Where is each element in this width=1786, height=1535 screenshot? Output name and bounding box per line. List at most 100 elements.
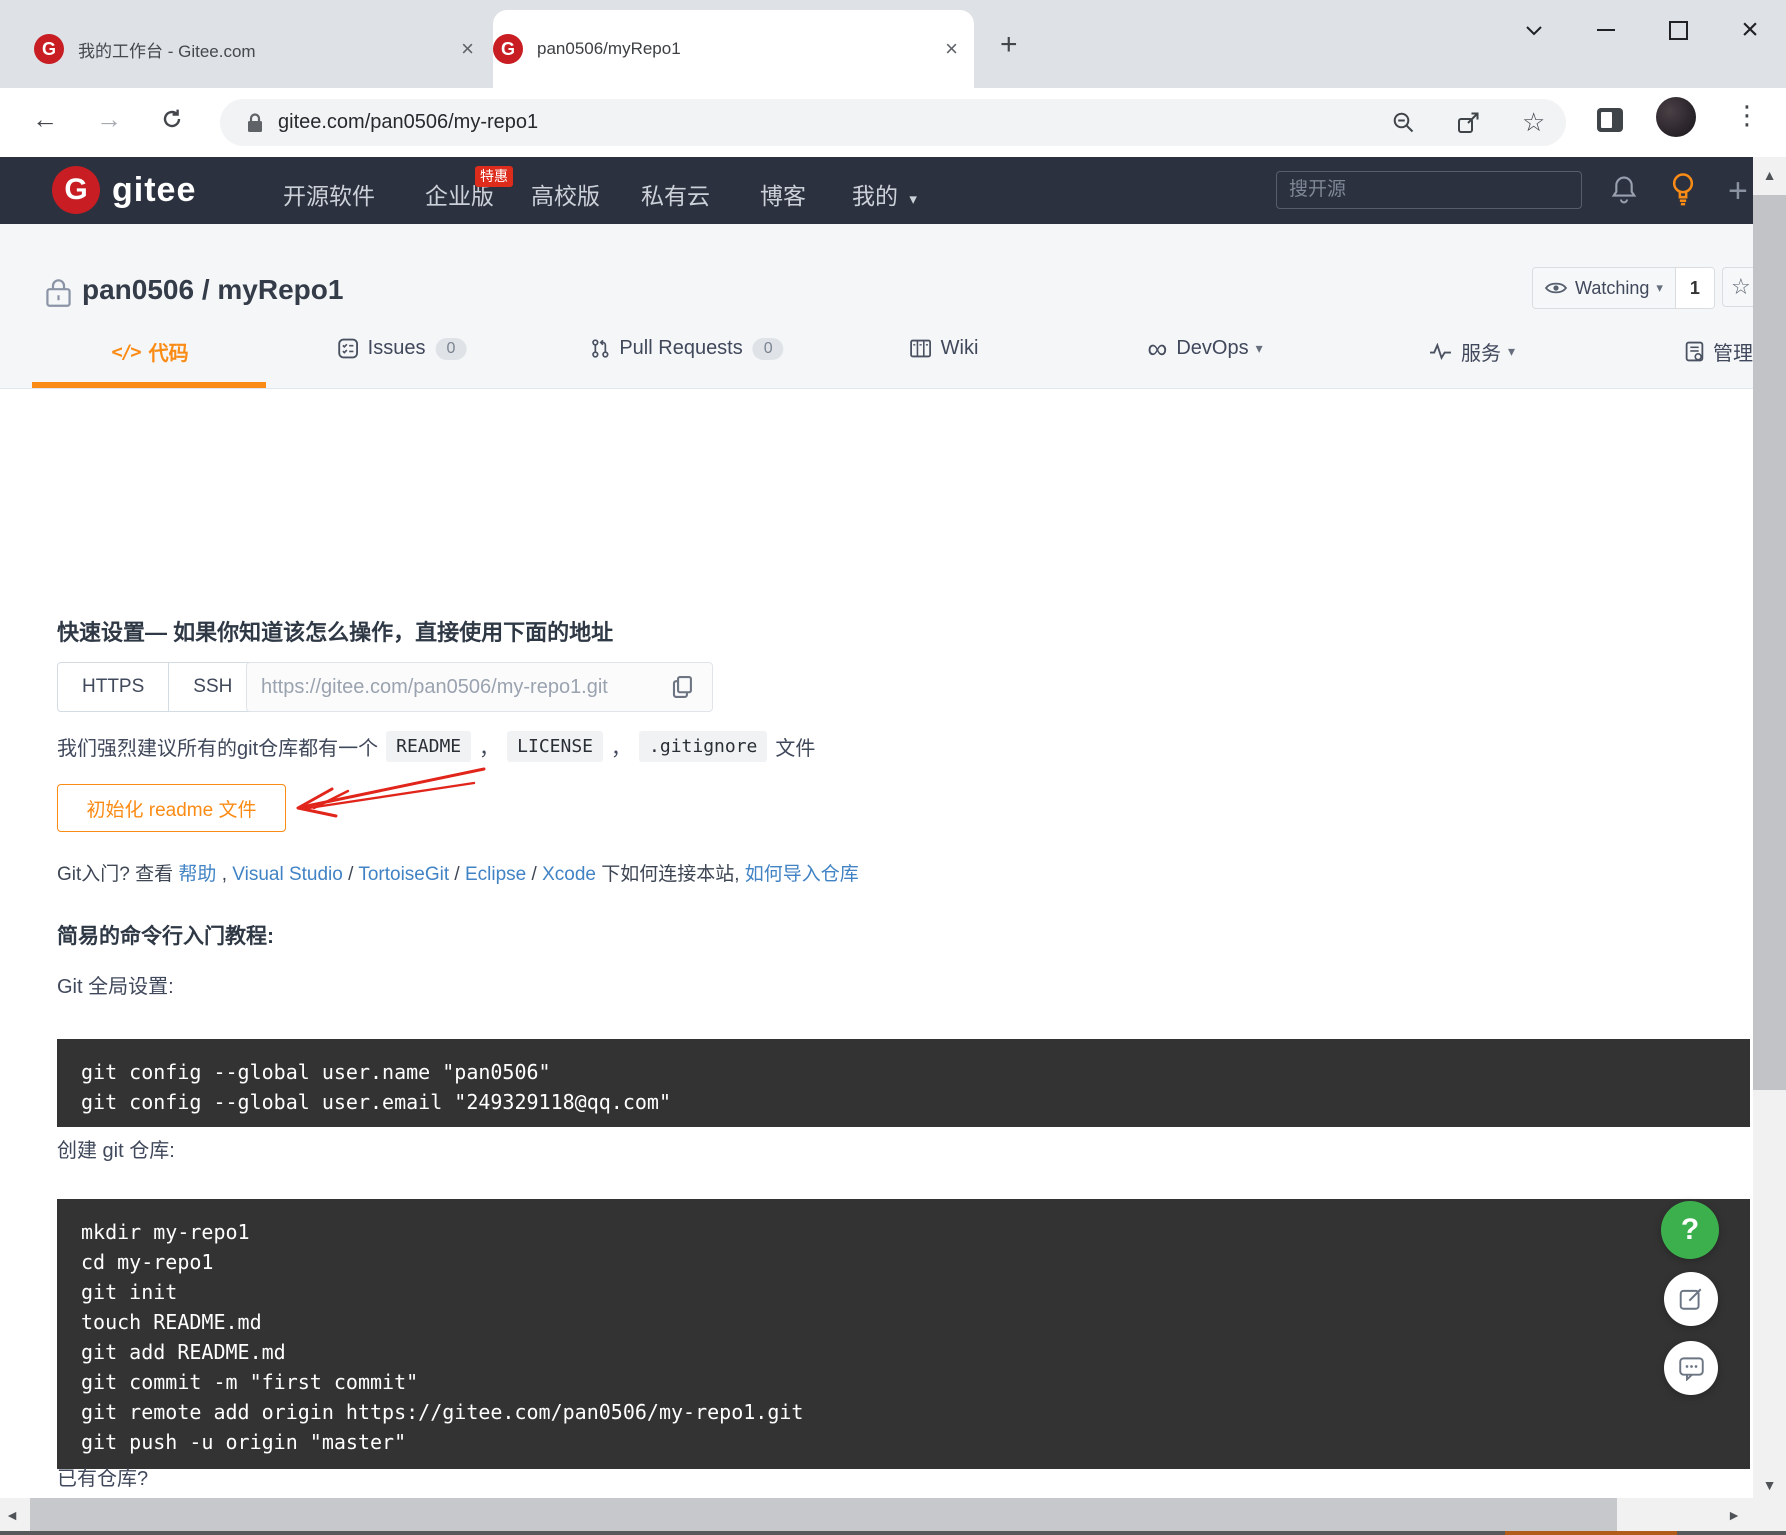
gitee-search-input[interactable] xyxy=(1276,171,1582,209)
tab-issues[interactable]: Issues 0 xyxy=(338,337,467,360)
chevron-down-icon: ▾ xyxy=(909,191,917,208)
chat-icon xyxy=(1678,1356,1705,1381)
quick-setup-heading: 快速设置— 如果你知道该怎么操作，直接使用下面的地址 xyxy=(57,615,613,647)
horizontal-scrollbar-thumb[interactable] xyxy=(30,1498,1617,1531)
url-text: gitee.com/pan0506/my-repo1 xyxy=(278,111,538,134)
tab-code[interactable]: </> 代码 xyxy=(111,337,188,366)
side-panel-icon[interactable] xyxy=(1596,107,1624,133)
scroll-right-arrow[interactable]: ► xyxy=(1722,1507,1746,1523)
init-readme-button[interactable]: 初始化 readme 文件 xyxy=(57,784,286,832)
tortoisegit-link[interactable]: TortoiseGit xyxy=(358,864,449,885)
tab-close-icon[interactable]: × xyxy=(461,38,474,60)
advice-prefix: 我们强烈建议所有的git仓库都有一个 xyxy=(57,732,378,761)
pulse-icon xyxy=(1429,343,1452,360)
active-tab-underline xyxy=(32,382,266,388)
create-plus-icon[interactable]: + xyxy=(1728,172,1748,211)
gitee-logo-mark: G xyxy=(52,166,100,214)
tab-wiki[interactable]: Wiki xyxy=(910,337,979,360)
import-repo-link[interactable]: 如何导入仓库 xyxy=(745,864,859,885)
gitee-favicon: G xyxy=(493,34,523,64)
repo-lock-icon xyxy=(45,277,72,308)
tutorial-heading: 简易的命令行入门教程: xyxy=(57,920,274,950)
profile-avatar[interactable] xyxy=(1656,97,1696,137)
tab-close-icon[interactable]: × xyxy=(945,38,958,60)
nav-item-mine-label: 我的 xyxy=(852,183,898,209)
zoom-out-icon[interactable] xyxy=(1392,111,1415,134)
nav-item-mine[interactable]: 我的 ▾ xyxy=(852,177,917,211)
intro-prefix: Git入门? 查看 xyxy=(57,864,173,885)
gitee-favicon: G xyxy=(34,34,64,64)
nav-item-education[interactable]: 高校版 xyxy=(531,177,600,211)
help-fab-button[interactable]: ? xyxy=(1661,1201,1719,1259)
separator: / xyxy=(532,864,537,885)
feedback-edit-fab-button[interactable] xyxy=(1664,1272,1718,1326)
vertical-scrollbar[interactable]: ▲ ▼ xyxy=(1753,157,1786,1535)
promo-badge: 特惠 xyxy=(475,166,513,187)
clone-url-input[interactable] xyxy=(246,662,713,712)
tab-services[interactable]: 服务 ▾ xyxy=(1429,337,1515,366)
git-intro-line: Git入门? 查看 帮助 , Visual Studio / TortoiseG… xyxy=(57,859,859,886)
horizontal-scrollbar[interactable]: ◄ ► xyxy=(0,1498,1753,1531)
eye-icon xyxy=(1545,281,1567,295)
license-chip: LICENSE xyxy=(507,731,603,762)
chat-fab-button[interactable] xyxy=(1664,1341,1718,1395)
lock-icon xyxy=(246,112,264,134)
devops-infinity-icon: ∞ xyxy=(1147,339,1167,359)
watch-count[interactable]: 1 xyxy=(1676,268,1714,308)
nav-item-blog[interactable]: 博客 xyxy=(760,177,806,211)
xcode-link[interactable]: Xcode xyxy=(542,864,596,885)
star-button[interactable]: ☆ xyxy=(1722,267,1753,307)
gitee-logo[interactable]: G gitee xyxy=(52,166,196,214)
pull-request-icon xyxy=(590,338,610,359)
share-icon[interactable] xyxy=(1457,111,1480,134)
bottom-edge-strip xyxy=(0,1531,1786,1535)
ssh-button[interactable]: SSH xyxy=(169,663,256,711)
issues-count-badge: 0 xyxy=(435,338,466,360)
visual-studio-link[interactable]: Visual Studio xyxy=(232,864,343,885)
bell-icon[interactable] xyxy=(1611,175,1637,205)
kebab-menu-icon[interactable]: ⋮ xyxy=(1734,100,1760,131)
bookmark-star-icon[interactable]: ☆ xyxy=(1522,107,1545,138)
scroll-left-arrow[interactable]: ◄ xyxy=(2,1507,22,1523)
nav-item-private-cloud[interactable]: 私有云 xyxy=(641,177,710,211)
back-button[interactable]: ← xyxy=(32,104,58,135)
gitignore-chip: .gitignore xyxy=(639,731,767,762)
reload-button[interactable] xyxy=(160,107,184,131)
repo-main-content: 快速设置— 如果你知道该怎么操作，直接使用下面的地址 HTTPS SSH 我们强… xyxy=(0,389,1753,1535)
repo-tab-bar: </> 代码 Issues 0 Pull Requests 0 xyxy=(0,315,1753,389)
watch-control: Watching ▾ 1 xyxy=(1532,267,1715,309)
help-link[interactable]: 帮助 xyxy=(178,864,216,885)
minimize-button[interactable] xyxy=(1570,29,1642,31)
intro-middle: 下如何连接本站, xyxy=(601,864,739,885)
nav-item-opensource[interactable]: 开源软件 xyxy=(283,177,375,211)
copy-icon[interactable] xyxy=(672,675,693,699)
watch-button[interactable]: Watching ▾ xyxy=(1533,268,1676,308)
maximize-button[interactable] xyxy=(1642,21,1714,40)
close-button[interactable]: × xyxy=(1714,13,1786,47)
https-button[interactable]: HTTPS xyxy=(58,663,169,711)
new-tab-button[interactable]: + xyxy=(1000,28,1018,62)
tab-code-label: 代码 xyxy=(149,337,189,366)
edit-icon xyxy=(1678,1286,1704,1312)
browser-tab-repo[interactable]: G pan0506/myRepo1 × xyxy=(493,10,974,88)
protocol-toggle: HTTPS SSH xyxy=(57,662,257,712)
browser-tab-strip: G 我的工作台 - Gitee.com × G pan0506/myRepo1 … xyxy=(0,0,1786,88)
vertical-scrollbar-thumb[interactable] xyxy=(1753,195,1786,1090)
repo-header: pan0506 / myRepo1 Watching ▾ 1 ☆ xyxy=(0,224,1753,315)
tab-manage[interactable]: 管理 xyxy=(1685,337,1753,366)
code-block-create-repo: mkdir my-repo1 cd my-repo1 git init touc… xyxy=(57,1199,1750,1469)
tab-search-chevron-icon[interactable] xyxy=(1498,25,1570,36)
tab-pull-requests[interactable]: Pull Requests 0 xyxy=(590,337,783,360)
global-config-label: Git 全局设置: xyxy=(57,970,174,999)
pr-count-badge: 0 xyxy=(753,338,784,360)
scroll-up-arrow[interactable]: ▲ xyxy=(1753,167,1786,183)
forward-button[interactable]: → xyxy=(96,104,122,135)
tab-devops[interactable]: ∞ DevOps ▾ xyxy=(1147,337,1262,360)
address-bar[interactable]: gitee.com/pan0506/my-repo1 ☆ xyxy=(220,99,1566,146)
lightbulb-icon[interactable] xyxy=(1670,172,1696,206)
eclipse-link[interactable]: Eclipse xyxy=(465,864,526,885)
browser-tab-workbench[interactable]: G 我的工作台 - Gitee.com × xyxy=(34,10,490,88)
bottom-edge-accent xyxy=(1505,1531,1677,1535)
watch-label: Watching xyxy=(1575,278,1649,299)
scroll-down-arrow[interactable]: ▼ xyxy=(1753,1477,1786,1493)
